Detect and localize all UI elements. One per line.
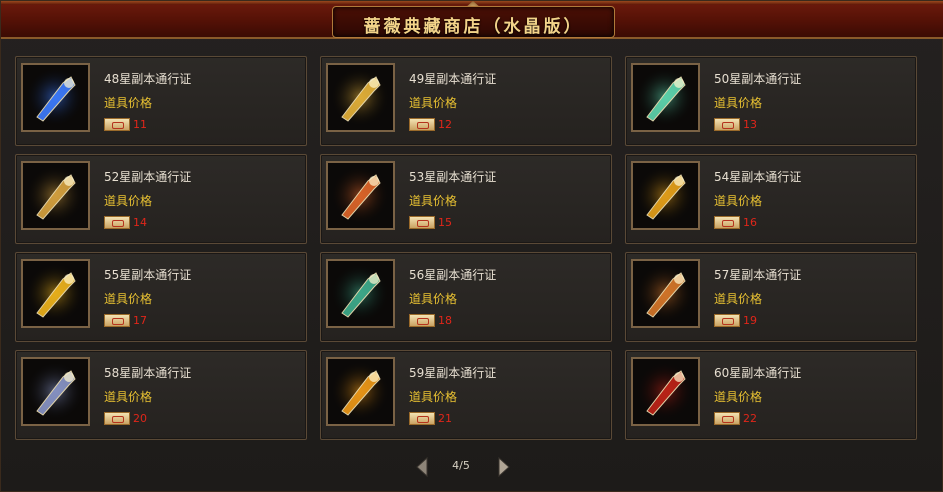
item-name: 55星副本通行证 xyxy=(104,268,192,282)
shop-item-card[interactable]: 49星副本通行证 道具价格 12 xyxy=(320,56,612,146)
crystal-currency-icon xyxy=(714,412,740,425)
item-name: 52星副本通行证 xyxy=(104,170,192,184)
item-slot[interactable] xyxy=(326,63,395,132)
crystal-currency-icon xyxy=(104,216,130,229)
arrow-left-icon xyxy=(416,457,428,477)
item-name: 53星副本通行证 xyxy=(409,170,497,184)
crystal-currency-icon xyxy=(409,216,435,229)
amber-gem-icon xyxy=(328,359,393,424)
item-name: 56星副本通行证 xyxy=(409,268,497,282)
item-name: 49星副本通行证 xyxy=(409,72,497,86)
crystal-currency-icon xyxy=(714,118,740,131)
shop-item-card[interactable]: 52星副本通行证 道具价格 14 xyxy=(15,154,307,244)
price-label: 道具价格 xyxy=(714,390,763,404)
item-price: 17 xyxy=(133,314,147,327)
window-title: 蔷薇典藏商店（水晶版） xyxy=(363,17,584,37)
price-label: 道具价格 xyxy=(104,292,153,306)
shop-item-card[interactable]: 54星副本通行证 道具价格 16 xyxy=(625,154,917,244)
fire-key-icon xyxy=(328,163,393,228)
price-label: 道具价格 xyxy=(409,194,458,208)
blue-crystal-mace-icon xyxy=(23,65,88,130)
red-rune-card-icon xyxy=(633,359,698,424)
green-feather-icon xyxy=(633,65,698,130)
item-slot[interactable] xyxy=(21,357,90,426)
gold-flame-icon xyxy=(23,261,88,326)
crystal-currency-icon xyxy=(409,118,435,131)
item-price: 14 xyxy=(133,216,147,229)
item-name: 48星副本通行证 xyxy=(104,72,192,86)
item-slot[interactable] xyxy=(21,259,90,328)
item-name: 60星副本通行证 xyxy=(714,366,802,380)
price-label: 道具价格 xyxy=(409,390,458,404)
price-label: 道具价格 xyxy=(409,96,458,110)
price-label: 道具价格 xyxy=(409,292,458,306)
price-label: 道具价格 xyxy=(104,194,153,208)
item-name: 59星副本通行证 xyxy=(409,366,497,380)
item-slot[interactable] xyxy=(631,357,700,426)
item-slot[interactable] xyxy=(326,161,395,230)
title-plate: 蔷薇典藏商店（水晶版） xyxy=(332,6,615,38)
price-label: 道具价格 xyxy=(714,292,763,306)
item-price: 19 xyxy=(743,314,757,327)
page-indicator: 4/5 xyxy=(452,459,470,472)
prev-page-button[interactable] xyxy=(415,457,429,477)
shop-item-card[interactable]: 57星副本通行证 道具价格 19 xyxy=(625,252,917,342)
item-name: 58星副本通行证 xyxy=(104,366,192,380)
shop-item-card[interactable]: 56星副本通行证 道具价格 18 xyxy=(320,252,612,342)
item-price: 18 xyxy=(438,314,452,327)
dark-dagger-icon xyxy=(23,359,88,424)
shop-item-card[interactable]: 59星副本通行证 道具价格 21 xyxy=(320,350,612,440)
item-price: 15 xyxy=(438,216,452,229)
price-label: 道具价格 xyxy=(714,96,763,110)
item-price: 22 xyxy=(743,412,757,425)
shop-window: 蔷薇典藏商店（水晶版） 48星副本通行证 道具价格 11 49星副本通行证 道具价格 12… xyxy=(0,0,943,492)
shop-item-card[interactable]: 48星副本通行证 道具价格 11 xyxy=(15,56,307,146)
shop-item-card[interactable]: 60星副本通行证 道具价格 22 xyxy=(625,350,917,440)
arrow-right-icon xyxy=(498,457,510,477)
item-price: 13 xyxy=(743,118,757,131)
item-name: 54星副本通行证 xyxy=(714,170,802,184)
shop-item-card[interactable]: 50星副本通行证 道具价格 13 xyxy=(625,56,917,146)
price-label: 道具价格 xyxy=(714,194,763,208)
item-slot[interactable] xyxy=(21,63,90,132)
crystal-currency-icon xyxy=(104,412,130,425)
item-price: 11 xyxy=(133,118,147,131)
next-page-button[interactable] xyxy=(497,457,511,477)
price-label: 道具价格 xyxy=(104,96,153,110)
item-slot[interactable] xyxy=(326,259,395,328)
price-label: 道具价格 xyxy=(104,390,153,404)
flame-spear-icon xyxy=(633,261,698,326)
shop-item-card[interactable]: 58星副本通行证 道具价格 20 xyxy=(15,350,307,440)
shop-item-card[interactable]: 55星副本通行证 道具价格 17 xyxy=(15,252,307,342)
item-slot[interactable] xyxy=(631,63,700,132)
shop-item-card[interactable]: 53星副本通行证 道具价格 15 xyxy=(320,154,612,244)
title-bar: 蔷薇典藏商店（水晶版） xyxy=(1,1,943,39)
pagination: 4/5 xyxy=(411,457,511,477)
crystal-currency-icon xyxy=(409,314,435,327)
item-price: 20 xyxy=(133,412,147,425)
gold-key-icon xyxy=(23,163,88,228)
item-grid: 48星副本通行证 道具价格 11 49星副本通行证 道具价格 12 50星副本通行证 道具价格… xyxy=(15,56,925,448)
item-slot[interactable] xyxy=(631,161,700,230)
crystal-currency-icon xyxy=(714,216,740,229)
item-slot[interactable] xyxy=(21,161,90,230)
item-slot[interactable] xyxy=(326,357,395,426)
item-name: 50星副本通行证 xyxy=(714,72,802,86)
crystal-currency-icon xyxy=(714,314,740,327)
crystal-currency-icon xyxy=(409,412,435,425)
gold-flame-horn-icon xyxy=(633,163,698,228)
crystal-currency-icon xyxy=(104,314,130,327)
crystal-currency-icon xyxy=(104,118,130,131)
item-price: 16 xyxy=(743,216,757,229)
gold-feather-icon xyxy=(328,65,393,130)
item-price: 21 xyxy=(438,412,452,425)
item-price: 12 xyxy=(438,118,452,131)
item-slot[interactable] xyxy=(631,259,700,328)
jade-blade-icon xyxy=(328,261,393,326)
item-name: 57星副本通行证 xyxy=(714,268,802,282)
